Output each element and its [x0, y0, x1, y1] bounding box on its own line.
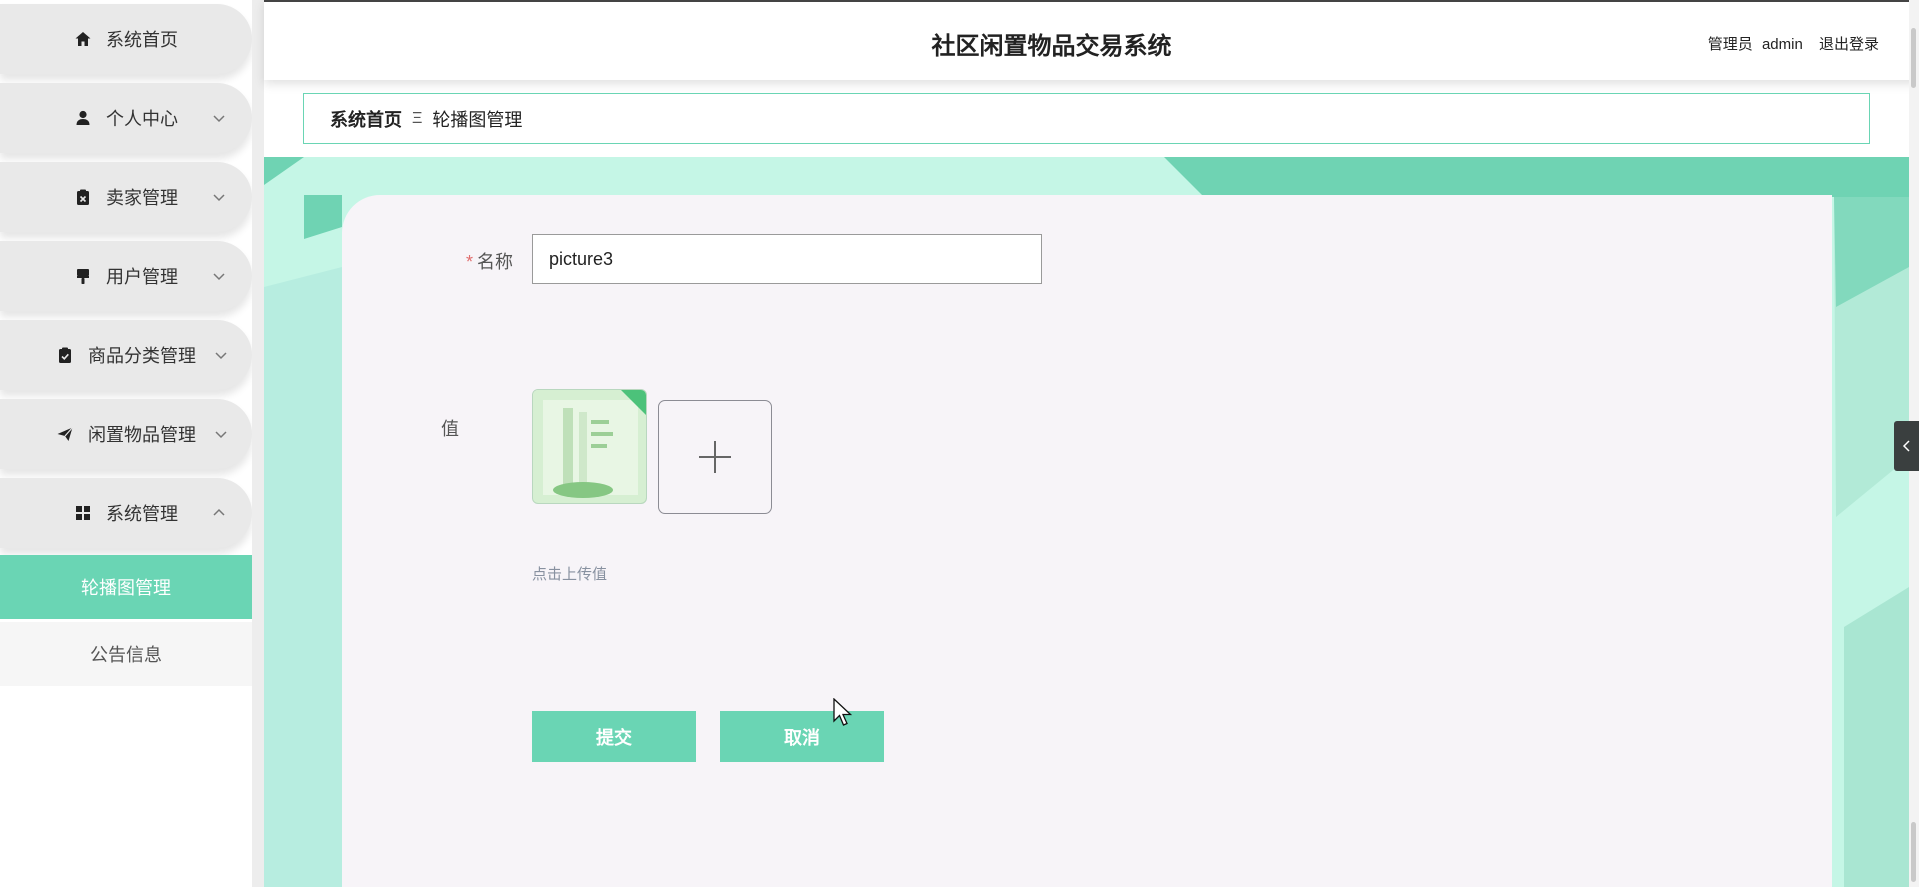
- app-title: 社区闲置物品交易系统: [931, 33, 1172, 60]
- username: admin: [1761, 36, 1803, 53]
- clipboard-x-icon: [74, 188, 92, 206]
- sidebar-item-idle-goods-management[interactable]: 闲置物品管理: [0, 399, 252, 469]
- sidebar-item-system-management[interactable]: 系统管理: [0, 478, 252, 548]
- scrollbar-thumb[interactable]: [1911, 28, 1916, 88]
- uploaded-image-thumbnail[interactable]: [532, 389, 647, 504]
- logout-link[interactable]: 退出登录: [1819, 36, 1879, 53]
- sidebar-item-label: 系统管理: [106, 504, 178, 524]
- sidebar-item-label: 闲置物品管理: [88, 425, 196, 445]
- chevron-down-icon: [212, 269, 226, 283]
- sidebar-divider: [252, 0, 264, 887]
- paper-plane-icon: [56, 425, 74, 443]
- sidebar: 系统首页 个人中心 卖家管理 用户管理 商品分类管理 闲置物品管理 系统管理 轮…: [0, 0, 252, 887]
- upload-button[interactable]: [658, 400, 772, 514]
- chevron-down-icon: [212, 190, 226, 204]
- grid-icon: [74, 504, 92, 522]
- side-panel-toggle[interactable]: [1894, 421, 1919, 471]
- user-info: 管理员 admin 退出登录: [1708, 33, 1879, 54]
- cancel-button[interactable]: 取消: [720, 711, 884, 762]
- sidebar-item-category-management[interactable]: 商品分类管理: [0, 320, 252, 390]
- brush-icon: [74, 267, 92, 285]
- sidebar-item-label: 个人中心: [106, 109, 178, 129]
- chevron-left-icon: [1902, 440, 1910, 452]
- sidebar-item-user-management[interactable]: 用户管理: [0, 241, 252, 311]
- user-icon: [74, 109, 92, 127]
- sidebar-item-home[interactable]: 系统首页: [0, 4, 252, 74]
- mouse-pointer-icon: [833, 698, 853, 726]
- required-mark: *: [465, 252, 473, 272]
- top-header: 社区闲置物品交易系统 管理员 admin 退出登录: [264, 0, 1919, 80]
- name-field-label: * 名称: [423, 248, 513, 274]
- sidebar-item-label: 卖家管理: [106, 188, 178, 208]
- sidebar-item-personal-center[interactable]: 个人中心: [0, 83, 252, 153]
- chevron-up-icon: [212, 506, 226, 520]
- sidebar-item-seller-management[interactable]: 卖家管理: [0, 162, 252, 232]
- sidebar-subitem-announcements[interactable]: 公告信息: [0, 622, 252, 686]
- plus-icon: [699, 441, 731, 473]
- sidebar-item-label: 系统首页: [106, 30, 178, 50]
- name-label-text: 名称: [477, 252, 513, 272]
- clipboard-check-icon: [56, 346, 74, 364]
- sidebar-item-label: 商品分类管理: [88, 346, 196, 366]
- chevron-down-icon: [214, 427, 228, 441]
- chevron-down-icon: [212, 111, 226, 125]
- home-icon: [74, 30, 92, 48]
- breadcrumb-current: 轮播图管理: [432, 109, 523, 130]
- breadcrumb-home-link[interactable]: 系统首页: [330, 106, 402, 132]
- upload-hint: 点击上传值: [532, 566, 608, 583]
- scrollbar-thumb-lower[interactable]: [1911, 822, 1916, 882]
- breadcrumb: 系统首页 Ξ 轮播图管理: [303, 93, 1870, 144]
- name-input[interactable]: [532, 234, 1042, 284]
- sidebar-item-label: 用户管理: [106, 267, 178, 287]
- breadcrumb-separator: Ξ: [412, 109, 423, 127]
- chevron-down-icon: [214, 348, 228, 362]
- value-field-label: 值: [441, 419, 459, 439]
- form-card: [342, 195, 1832, 887]
- user-role-label: 管理员: [1707, 36, 1753, 53]
- submit-button[interactable]: 提交: [532, 711, 696, 762]
- sidebar-subitem-carousel-management[interactable]: 轮播图管理: [0, 555, 252, 619]
